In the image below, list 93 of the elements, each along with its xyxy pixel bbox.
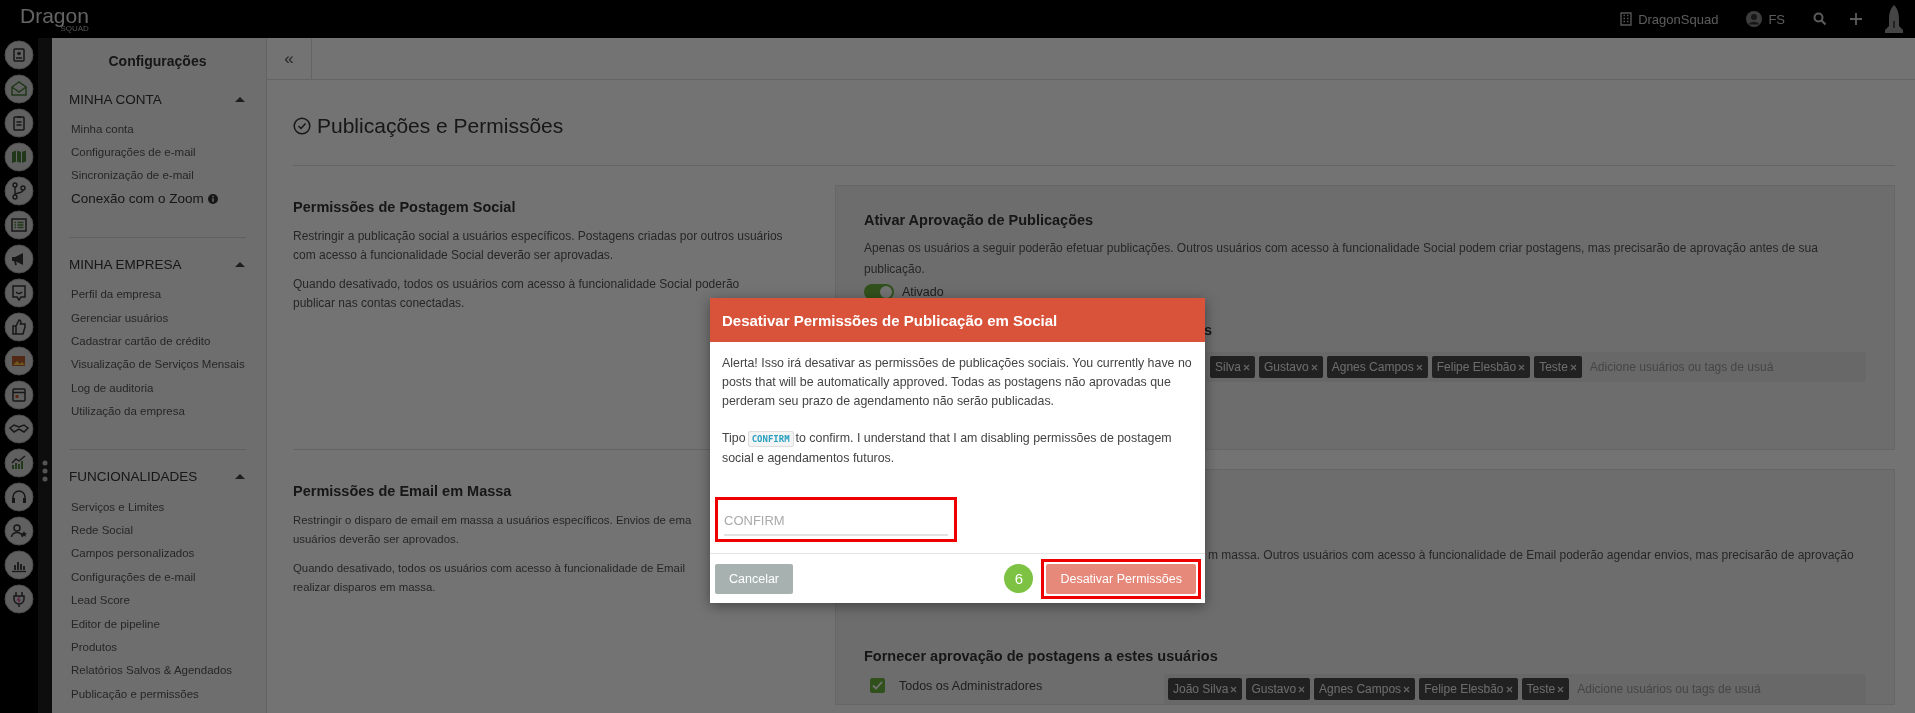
cancel-button[interactable]: Cancelar <box>715 563 794 594</box>
description-text: Quando desativado, todos os usuários com acesso à funcionalidade de Email realizar disparos em massa. <box>293 561 685 595</box>
checkbox-label: Todos os Administradores <box>899 678 1043 693</box>
panel-title: Fornecer aprovação de postagens a estes usuários <box>864 648 1219 664</box>
checkbox[interactable] <box>870 678 885 693</box>
close-icon[interactable] <box>1310 363 1318 371</box>
nav-link[interactable]: Visualização de Serviços Mensais <box>71 358 245 371</box>
caret-icon[interactable] <box>234 94 246 104</box>
nav-link[interactable]: Configurações de e-mail <box>71 570 196 583</box>
caret-icon[interactable] <box>234 472 246 482</box>
nav-link[interactable]: Produtos <box>71 640 118 653</box>
nav-link[interactable]: Rede Social <box>71 524 133 536</box>
step-badge: 6 <box>1004 564 1034 593</box>
instruction-text: Tipo CONFIRM to confirm. I understand that I am disabling permissões de postagem social e agendamentos futuros. <box>722 430 1173 467</box>
user-tag[interactable]: Teste <box>1521 678 1570 700</box>
close-icon[interactable] <box>1298 685 1306 693</box>
user-tag[interactable]: João Silva <box>1168 678 1243 700</box>
nav-link[interactable]: Minha conta <box>71 122 134 135</box>
section-heading[interactable]: MINHA CONTA <box>69 91 162 107</box>
close-icon[interactable] <box>1557 685 1565 693</box>
close-icon[interactable] <box>1505 685 1513 693</box>
panel-description: m massa. Outros usuários com acesso à funcionalidade de Email poderão agendar envios, mas precisarão de aprovação <box>1208 547 1855 564</box>
plug-icon[interactable] <box>4 584 34 614</box>
avatar-icon <box>1746 11 1763 27</box>
drag-handle-icon[interactable] <box>42 460 48 482</box>
close-icon[interactable] <box>1415 363 1423 371</box>
nav-link[interactable]: Relatórios Salvos & Agendados <box>71 664 233 677</box>
section-title: Permissões de Postagem Social <box>293 199 517 215</box>
user-tag[interactable]: Gustavo <box>1246 678 1311 700</box>
bar-chart-icon[interactable] <box>4 550 34 580</box>
logo-text: Dragon <box>20 5 89 26</box>
nav-link[interactable]: Sincronização de e-mail <box>71 169 194 182</box>
check-icon <box>872 681 883 690</box>
nav-link[interactable]: Utilização da empresa <box>71 405 185 418</box>
panel-title: s <box>1204 322 1214 338</box>
description-text: Quando desativado, todos os usuários com acesso à funcionalidade Social poderão publicar nas contas conectadas. <box>293 276 740 312</box>
section-title: Permissões de Email em Massa <box>293 483 513 499</box>
nav-link[interactable]: Cadastrar cartão de crédito <box>71 335 211 348</box>
building-icon <box>1620 12 1633 26</box>
close-icon[interactable] <box>1243 363 1250 371</box>
nav-title: Configurações <box>107 52 208 71</box>
page-title: Publicações e Permissões <box>317 113 564 138</box>
nav-link[interactable]: Log de auditoria <box>71 381 154 394</box>
megaphone-icon[interactable] <box>4 244 34 274</box>
image-icon[interactable] <box>4 346 34 376</box>
chart-icon[interactable] <box>4 448 34 478</box>
warning-text: Alerta! Isso irá desativar as permissões de publicações sociais. You currently have no posts that will be automatically approved. Todas as postagens não aprovadas que perderam seu prazo de agendamento não serão publicadas. <box>722 355 1193 410</box>
nav-link[interactable]: Campos personalizados <box>71 547 195 560</box>
close-icon[interactable] <box>1518 363 1526 371</box>
close-icon[interactable] <box>1569 363 1577 371</box>
calendar-icon[interactable] <box>4 380 34 410</box>
user-tag[interactable]: Agnes Campos <box>1314 678 1416 700</box>
headset-icon[interactable] <box>4 482 34 512</box>
nav-link[interactable]: Lead Score <box>71 594 130 607</box>
close-icon[interactable] <box>1230 685 1238 693</box>
thumbs-up-icon[interactable] <box>4 312 34 342</box>
nav-link[interactable]: Conexão com o Zoom <box>71 191 204 207</box>
user-tag[interactable]: Gustavo <box>1259 356 1323 378</box>
panel-title: Ativar Aprovação de Publicações <box>864 212 1095 228</box>
close-icon[interactable] <box>1403 685 1411 693</box>
panel-description: Apenas os usuários a seguir poderão efetuar publicações. Outros usuários com acesso à funcionalidade Social podem criar postagens, mas precisarão de aprovação antes de sua publicação. <box>864 240 1819 278</box>
search-icon[interactable] <box>1813 12 1827 26</box>
user-initials[interactable]: FS <box>1768 11 1785 27</box>
user-tag[interactable]: Agnes Campos <box>1326 356 1428 378</box>
branch-icon[interactable] <box>4 176 34 206</box>
nav-link[interactable]: Editor de pipeline <box>71 617 160 630</box>
nav-link[interactable]: Gerenciar usuários <box>71 311 169 324</box>
user-tag[interactable]: Felipe Elesbão <box>1431 356 1531 378</box>
company-name[interactable]: DragonSquad <box>1638 11 1719 27</box>
list-icon[interactable] <box>4 210 34 240</box>
check-circle-icon <box>293 116 311 135</box>
caret-icon[interactable] <box>234 260 246 270</box>
description-text: Restringir o disparo de email em massa a usuários específicos. Envios de ema usuários deverão ser aprovados. <box>293 513 692 547</box>
map-icon[interactable] <box>4 142 34 172</box>
plus-icon[interactable] <box>1849 12 1863 26</box>
section-heading[interactable]: MINHA EMPRESA <box>69 257 182 273</box>
contact-card-icon[interactable] <box>4 40 34 70</box>
chat-icon[interactable] <box>4 278 34 308</box>
nav-link[interactable]: Configurações de e-mail <box>71 146 196 159</box>
info-icon <box>207 193 218 204</box>
envelope-icon[interactable] <box>4 74 34 104</box>
dialog-title: Desativar Permissões de Publicação em Social <box>722 311 1058 329</box>
toggle-label: Ativado <box>902 285 944 299</box>
clipboard-icon[interactable] <box>4 108 34 138</box>
section-heading[interactable]: FUNCIONALIDADES <box>69 469 198 485</box>
rocket-icon[interactable] <box>1883 4 1905 34</box>
description-text: Restringir a publicação social a usuários específicos. Postagens criadas por outros usuários com acesso à funcionalidade Social deverão ser aprovadas. <box>293 228 783 264</box>
nav-link[interactable]: Perfil da empresa <box>71 288 162 301</box>
nav-link[interactable]: Serviços e Limites <box>71 500 165 513</box>
user-tag[interactable]: Teste <box>1534 356 1582 378</box>
user-tag[interactable]: Silva <box>1210 356 1255 378</box>
user-tag[interactable]: Felipe Elesbão <box>1419 678 1518 700</box>
nav-link[interactable]: Publicação e permissões <box>71 687 199 700</box>
